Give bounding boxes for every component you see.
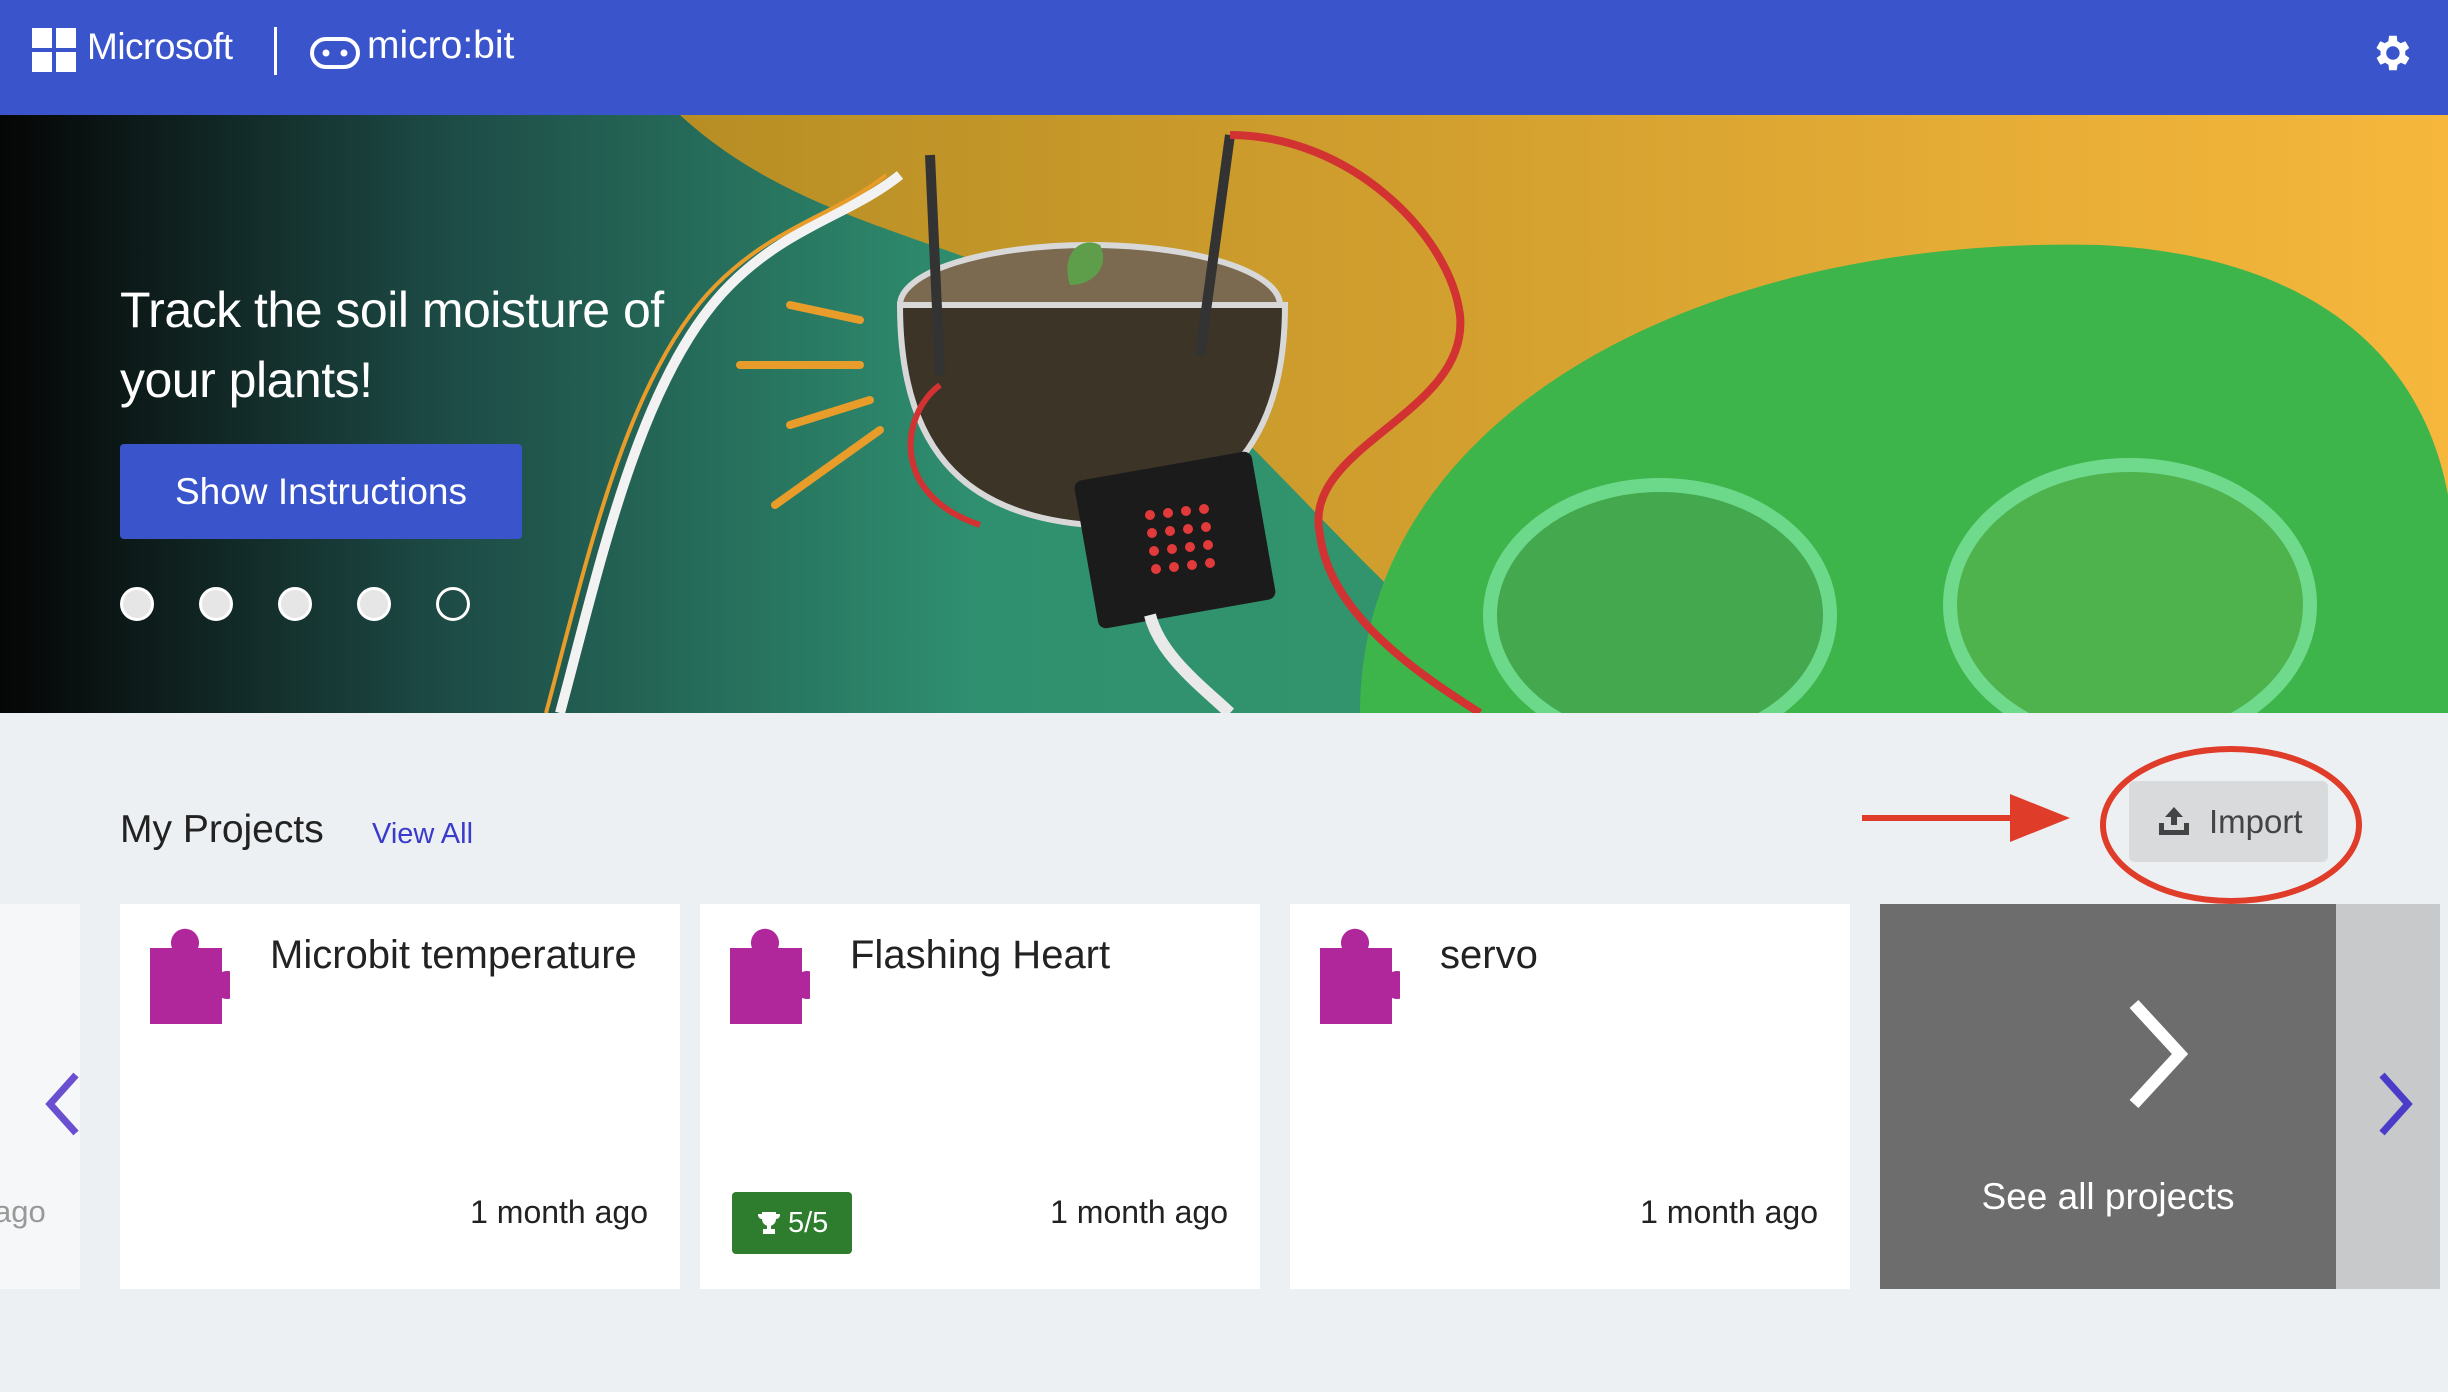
annotation-arrow-icon [1862, 794, 2070, 842]
puzzle-icon [1320, 928, 1400, 1024]
chevron-right-icon[interactable] [2376, 1069, 2416, 1139]
section-title-my-projects: My Projects [120, 808, 324, 851]
project-card-name: servo [1440, 933, 1538, 977]
project-card-time: 1 month ago [1640, 1194, 1818, 1230]
project-card[interactable]: Flashing Heart 5/5 1 month ago [700, 904, 1260, 1289]
project-card-time: ago [0, 1194, 46, 1229]
project-card-name: Flashing Heart [850, 933, 1111, 977]
chevron-right-large-icon [2129, 999, 2189, 1109]
carousel-dot-3[interactable] [278, 587, 312, 621]
project-card[interactable]: servo 1 month ago [1290, 904, 1850, 1289]
carousel-dot-5[interactable] [436, 587, 470, 621]
project-card-time: 1 month ago [1050, 1194, 1228, 1230]
hero-banner: Track the soil moisture of your plants! … [0, 115, 2448, 713]
projects-carousel: ago Microbit temperature 1 month ago Fla… [0, 904, 2448, 1289]
score-badge-text: 5/5 [788, 1207, 829, 1239]
header-divider [274, 27, 277, 75]
project-card[interactable]: Microbit temperature 1 month ago [120, 904, 680, 1289]
score-badge: 5/5 [732, 1192, 852, 1254]
puzzle-icon [730, 928, 810, 1024]
microbit-logo-icon [310, 37, 360, 69]
carousel-dot-1[interactable] [120, 587, 154, 621]
hero-title: Track the soil moisture of your plants! [120, 282, 664, 408]
see-all-projects-card[interactable]: See all projects [1880, 904, 2336, 1289]
microsoft-logo-icon [32, 28, 76, 72]
gear-icon[interactable] [2368, 30, 2414, 76]
carousel-dot-2[interactable] [199, 587, 233, 621]
trophy-icon [758, 1212, 780, 1234]
view-all-link[interactable]: View All [372, 818, 473, 851]
chevron-left-icon[interactable] [42, 1069, 82, 1139]
microsoft-brand[interactable]: Microsoft [87, 26, 233, 68]
project-card-time: 1 month ago [470, 1194, 648, 1230]
annotation-circle-icon [2100, 746, 2362, 904]
see-all-projects-label: See all projects [1981, 1176, 2235, 1217]
puzzle-icon [150, 928, 230, 1024]
carousel-dot-4[interactable] [357, 587, 391, 621]
top-bar: Microsoft micro:bit [0, 0, 2448, 115]
show-instructions-button[interactable]: Show Instructions [120, 444, 522, 539]
project-card-name: Microbit temperature [270, 933, 637, 977]
microbit-brand[interactable]: micro:bit [367, 24, 514, 68]
